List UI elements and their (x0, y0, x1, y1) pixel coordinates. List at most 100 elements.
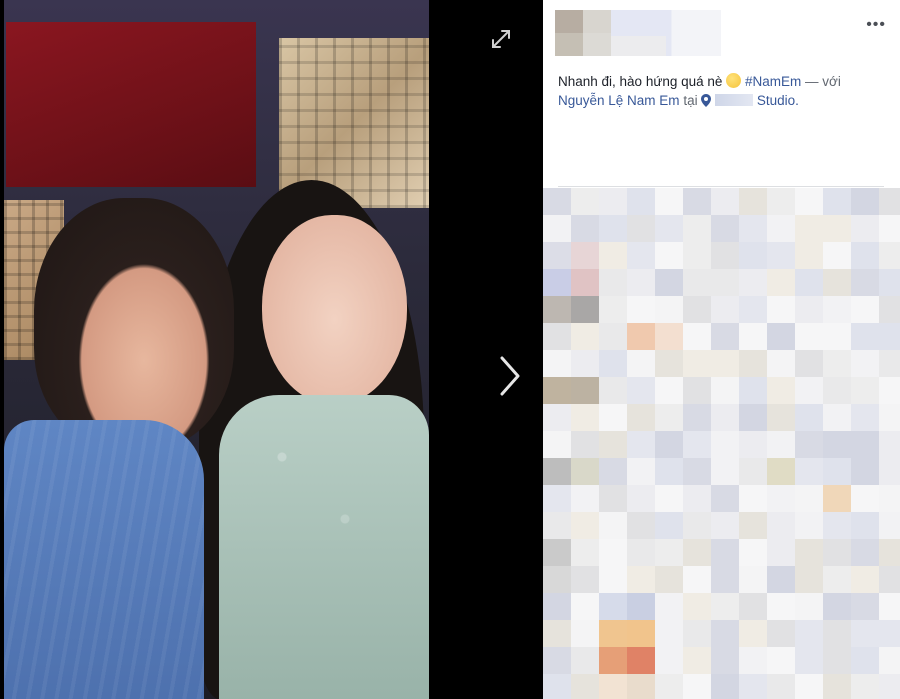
blur-tile (851, 512, 879, 539)
blur-tile (879, 242, 900, 269)
blur-tile (655, 674, 683, 699)
tagged-person-link[interactable]: Nguyễn Lệ Nam Em (558, 93, 680, 108)
blur-tile (711, 674, 739, 699)
blur-tile (571, 593, 599, 620)
blur-tile (683, 539, 711, 566)
post-caption: Nhanh đi, hào hứng quá nè #NamEm — với N… (558, 72, 888, 110)
blur-tile (739, 593, 767, 620)
blur-tile (823, 593, 851, 620)
blur-tile (795, 593, 823, 620)
blur-tile (851, 566, 879, 593)
blur-tile (683, 350, 711, 377)
more-options-icon[interactable]: ••• (866, 16, 886, 34)
blur-tile (627, 593, 655, 620)
blur-tile (767, 647, 795, 674)
blur-tile (543, 404, 571, 431)
blur-tile (823, 674, 851, 699)
blur-tile (795, 566, 823, 593)
blur-tile (851, 242, 879, 269)
blur-tile (655, 512, 683, 539)
blur-tile (683, 377, 711, 404)
blur-tile (543, 296, 571, 323)
blur-tile (711, 350, 739, 377)
blur-tile (879, 647, 900, 674)
blur-tile (851, 377, 879, 404)
blur-tile (739, 323, 767, 350)
blur-tile (851, 296, 879, 323)
blur-tile (767, 350, 795, 377)
blur-tile (627, 350, 655, 377)
blur-tile (739, 512, 767, 539)
author-name-blurred[interactable] (611, 10, 721, 56)
blur-tile (683, 512, 711, 539)
blur-tile (767, 404, 795, 431)
blur-tile (879, 458, 900, 485)
hashtag-link[interactable]: #NamEm (745, 74, 801, 89)
place-name-blurred[interactable] (715, 94, 754, 106)
blur-tile (767, 620, 795, 647)
blur-tile (655, 215, 683, 242)
blur-tile (571, 296, 599, 323)
blur-tile (599, 404, 627, 431)
blur-tile (683, 242, 711, 269)
blur-tile (627, 620, 655, 647)
blur-tile (767, 242, 795, 269)
blur-tile (823, 647, 851, 674)
blur-tile (683, 296, 711, 323)
blur-tile (599, 188, 627, 215)
blur-tile (767, 215, 795, 242)
blur-tile (711, 539, 739, 566)
blur-tile (543, 188, 571, 215)
caption-text: Nhanh đi, hào hứng quá nè (558, 74, 723, 89)
blur-tile (627, 296, 655, 323)
blur-tile (627, 404, 655, 431)
blur-tile (711, 269, 739, 296)
blur-tile (571, 269, 599, 296)
blur-tile (739, 296, 767, 323)
blur-tile (655, 350, 683, 377)
blur-tile (599, 539, 627, 566)
blur-tile (767, 188, 795, 215)
blur-tile (879, 674, 900, 699)
blur-tile (795, 647, 823, 674)
blur-tile (851, 350, 879, 377)
blur-tile (739, 404, 767, 431)
blur-tile (767, 458, 795, 485)
blur-tile (823, 269, 851, 296)
blur-tile (655, 404, 683, 431)
blur-tile (739, 539, 767, 566)
blur-tile (851, 188, 879, 215)
avatar[interactable] (555, 10, 611, 56)
blur-tile (627, 431, 655, 458)
blur-tile (823, 431, 851, 458)
expand-icon[interactable] (490, 28, 512, 50)
blur-tile (879, 323, 900, 350)
blur-tile (655, 539, 683, 566)
blur-tile (655, 188, 683, 215)
blur-tile (739, 242, 767, 269)
blur-tile (599, 323, 627, 350)
photo[interactable] (4, 0, 429, 699)
blur-tile (599, 377, 627, 404)
blur-tile (543, 350, 571, 377)
blur-tile (571, 512, 599, 539)
blur-tile (795, 350, 823, 377)
blur-tile (823, 296, 851, 323)
blur-tile (683, 269, 711, 296)
place-link[interactable]: Studio. (757, 93, 799, 108)
blur-tile (683, 215, 711, 242)
chevron-right-icon[interactable] (494, 352, 524, 400)
blur-tile (823, 485, 851, 512)
blur-tile (879, 269, 900, 296)
blur-tile (683, 620, 711, 647)
blur-tile (851, 431, 879, 458)
blur-tile (683, 431, 711, 458)
blur-tile (627, 458, 655, 485)
blur-tile (795, 377, 823, 404)
blur-tile (627, 215, 655, 242)
blur-tile (571, 215, 599, 242)
blur-tile (543, 620, 571, 647)
blur-tile (571, 188, 599, 215)
blur-tile (879, 620, 900, 647)
blur-tile (627, 674, 655, 699)
